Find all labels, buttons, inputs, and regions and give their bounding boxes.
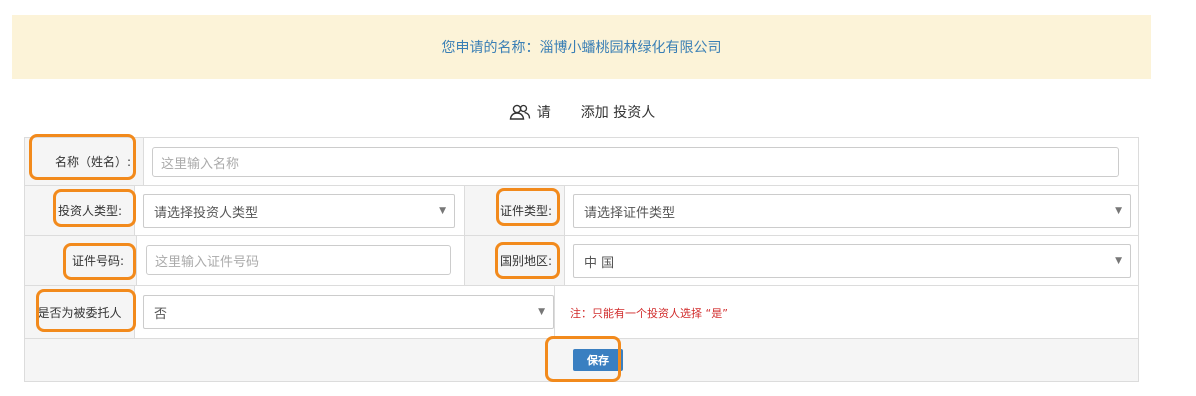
caret-down-icon: ▼ [1115, 206, 1122, 216]
region-value: 中 国 [584, 255, 615, 271]
investor-type-value: 请选择投资人类型 [154, 205, 259, 221]
id-number-label: 证件号码: [71, 254, 124, 268]
id-type-label-cell: 证件类型: [465, 186, 565, 236]
name-input[interactable]: 这里输入名称 [152, 147, 1119, 177]
name-placeholder: 这里输入名称 [161, 156, 240, 172]
investor-type-select[interactable]: 请选择投资人类型 ▼ [143, 194, 455, 228]
id-number-input[interactable]: 这里输入证件号码 [146, 245, 451, 275]
investor-form: 名称（姓名）: 这里输入名称 投资人类型: 请选择投资人类型 ▼ 证件类型: 请… [24, 137, 1139, 382]
section-title-text: 添加 投资人 [580, 105, 656, 121]
name-label-cell: 名称（姓名）: [25, 138, 144, 186]
investor-type-cell: 请选择投资人类型 ▼ [135, 186, 465, 236]
section-title: 请 添加 投资人 [0, 100, 1164, 124]
entrusted-select[interactable]: 否 ▼ [143, 295, 554, 329]
entrusted-note: 注：只能有一个投资人选择 “是” [570, 307, 728, 320]
entrusted-cell: 否 ▼ [135, 286, 555, 339]
entrusted-label-cell: 是否为被委托人 [25, 286, 135, 339]
caret-down-icon: ▼ [538, 307, 545, 317]
note-cell: 注：只能有一个投资人选择 “是” [555, 286, 1138, 339]
entrusted-value: 否 [154, 306, 168, 322]
applicant-name-banner: 您申请的名称：淄博小蟠桃园林绿化有限公司 [12, 15, 1151, 79]
investor-type-label: 投资人类型: [57, 204, 122, 218]
save-button[interactable]: 保存 [573, 349, 623, 371]
users-icon [509, 103, 531, 121]
id-type-select[interactable]: 请选择证件类型 ▼ [573, 194, 1131, 228]
name-label: 名称（姓名）: [54, 155, 131, 169]
id-type-cell: 请选择证件类型 ▼ [565, 186, 1138, 236]
id-number-label-cell: 证件号码: [25, 236, 137, 286]
region-select[interactable]: 中 国 ▼ [573, 244, 1131, 278]
entrusted-label: 是否为被委托人 [37, 305, 122, 320]
id-number-placeholder: 这里输入证件号码 [155, 254, 260, 270]
region-cell: 中 国 ▼ [565, 236, 1138, 286]
name-input-cell: 这里输入名称 [144, 138, 1138, 186]
section-title-prefix: 请 [536, 105, 551, 121]
region-label-cell: 国别地区: [465, 236, 565, 286]
id-number-cell: 这里输入证件号码 [137, 236, 465, 286]
banner-text: 您申请的名称：淄博小蟠桃园林绿化有限公司 [441, 40, 722, 56]
id-type-value: 请选择证件类型 [584, 205, 676, 221]
region-label: 国别地区: [499, 254, 552, 268]
investor-type-label-cell: 投资人类型: [25, 186, 135, 236]
caret-down-icon: ▼ [439, 206, 446, 216]
caret-down-icon: ▼ [1115, 256, 1122, 266]
id-type-label: 证件类型: [499, 204, 552, 218]
